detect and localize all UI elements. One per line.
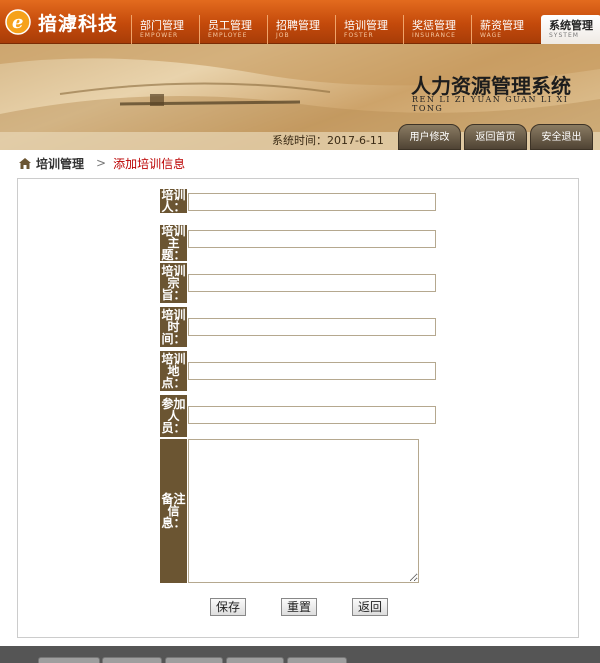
bottom-tab[interactable] — [287, 657, 347, 663]
bottom-tab[interactable] — [102, 657, 162, 663]
nav-item-reward[interactable]: 奖惩管理 INSURANCE — [403, 15, 469, 44]
brand-name: 揞滹科技 — [38, 13, 119, 35]
save-button[interactable]: 保存 — [210, 598, 247, 616]
breadcrumb-current: 添加培训信息 — [113, 156, 186, 171]
nav-item-department[interactable]: 部门管理 EMPOWER — [131, 15, 197, 44]
content-panel: 培训人： 培训主题： 培训宗旨： 培训时间： 培训地点： 参加人员： 备注信息：… — [17, 178, 579, 638]
top-bar: e 揞滹科技 部门管理 EMPOWER 员工管理 EMPLOYEE 招聘管理 JOB … — [0, 0, 600, 44]
field-label: 备注信息： — [160, 439, 187, 583]
logout-button[interactable]: 安全退出 — [530, 124, 593, 150]
back-home-button[interactable]: 返回首页 — [464, 124, 527, 150]
nav-item-recruit[interactable]: 招聘管理 JOB — [267, 15, 333, 44]
home-icon — [19, 157, 31, 169]
field-label: 培训人： — [160, 188, 187, 214]
field-label: 培训主题： — [160, 224, 187, 262]
notes-textarea[interactable] — [188, 439, 419, 583]
field-label: 参加人员： — [160, 395, 187, 437]
bottom-tab[interactable] — [226, 657, 284, 663]
main-nav: 部门管理 EMPOWER 员工管理 EMPLOYEE 招聘管理 JOB 培训管理 FOS… — [131, 15, 600, 44]
purpose-input[interactable] — [188, 274, 436, 292]
system-subtitle: REN LI ZI YUAN GUAN LI XI TONG — [412, 95, 569, 113]
back-button[interactable]: 返回 — [352, 598, 389, 616]
nav-item-training[interactable]: 培训管理 FOSTER — [335, 15, 401, 44]
field-label: 培训时间： — [160, 307, 187, 347]
system-time: 系统时间：2017-6-11 — [272, 134, 384, 147]
banner: 人力资源管理系统 REN LI ZI YUAN GUAN LI XI TONG … — [0, 44, 600, 150]
field-label: 培训宗旨： — [160, 263, 187, 303]
nav-item-employee[interactable]: 员工管理 EMPLOYEE — [199, 15, 265, 44]
svg-text:e: e — [12, 12, 23, 33]
breadcrumb: 培训管理 > 添加培训信息 — [18, 155, 185, 171]
user-info-button[interactable]: 用户修改 — [398, 124, 461, 150]
chevron-right-icon: > — [96, 156, 107, 170]
bottom-tab[interactable] — [165, 657, 223, 663]
nav-item-salary[interactable]: 薪资管理 WAGE — [471, 15, 537, 44]
participants-input[interactable] — [188, 406, 436, 424]
breadcrumb-section[interactable]: 培训管理 — [36, 155, 84, 172]
bottom-tab[interactable] — [38, 657, 100, 663]
trainer-input[interactable] — [188, 193, 436, 211]
logo-icon: e — [5, 9, 31, 35]
nav-item-system[interactable]: 系统管理 SYSTEM — [541, 15, 600, 44]
field-label: 培训地点： — [160, 351, 187, 391]
time-input[interactable] — [188, 318, 436, 336]
location-input[interactable] — [188, 362, 436, 380]
topic-input[interactable] — [188, 230, 436, 248]
reset-button[interactable]: 重置 — [281, 598, 318, 616]
